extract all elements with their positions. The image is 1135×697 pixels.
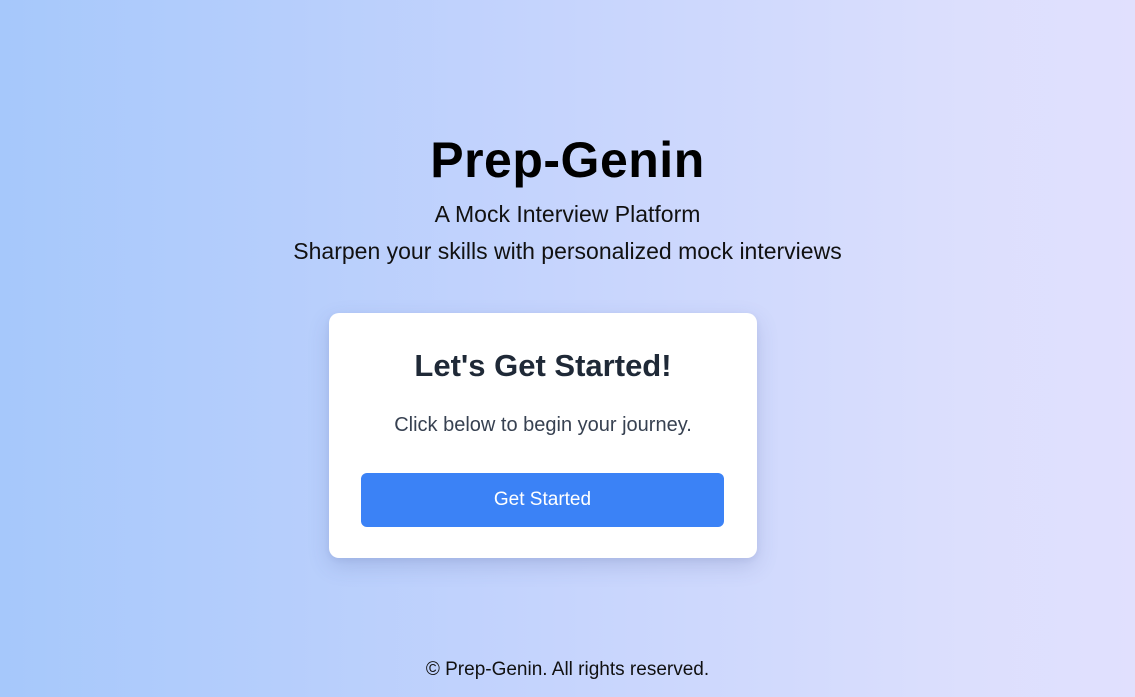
tagline: A Mock Interview Platform [434, 201, 701, 227]
get-started-button[interactable]: Get Started [361, 473, 724, 527]
footer-copyright: © Prep-Genin. All rights reserved. [425, 659, 710, 680]
subtagline: Sharpen your skills with personalized mo… [293, 238, 842, 264]
page-title: Prep-Genin [430, 132, 705, 188]
card-title: Let's Get Started! [414, 348, 672, 383]
card-description: Click below to begin your journey. [394, 414, 692, 436]
get-started-card: Let's Get Started! Click below to begin … [329, 313, 757, 558]
